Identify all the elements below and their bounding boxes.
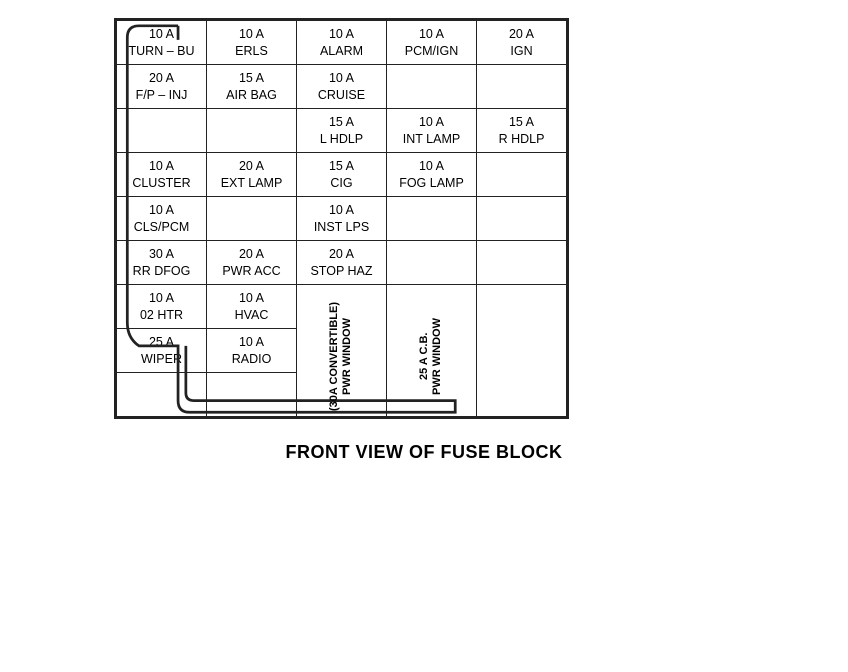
rotated-text-25a-cb: 25 A C.B.PWR WINDOW xyxy=(418,318,444,395)
cell-empty xyxy=(387,65,477,109)
cell-cluster: 10 ACLUSTER xyxy=(117,153,207,197)
rotated-text-convertible: (30A CONVERTIBLE)PWR WINDOW xyxy=(328,302,354,411)
cell-turn-bu: 10 ATURN – BU xyxy=(117,21,207,65)
cell-radio: 10 ARADIO xyxy=(207,329,297,373)
cell-ign: 20 AIGN xyxy=(477,21,567,65)
cell-empty xyxy=(117,109,207,153)
cell-fog-lamp: 10 AFOG LAMP xyxy=(387,153,477,197)
cell-empty xyxy=(477,241,567,285)
cell-empty xyxy=(477,65,567,109)
table-row: 10 ATURN – BU 10 AERLS 10 AALARM 10 APCM… xyxy=(117,21,567,65)
cell-cig: 15 ACIG xyxy=(297,153,387,197)
table-row: 20 AF/P – INJ 15 AAIR BAG 10 ACRUISE xyxy=(117,65,567,109)
cell-empty xyxy=(477,197,567,241)
cell-02-htr: 10 A02 HTR xyxy=(117,285,207,329)
cell-hvac: 10 AHVAC xyxy=(207,285,297,329)
cell-pwr-window-rotated: (30A CONVERTIBLE)PWR WINDOW xyxy=(297,285,387,417)
table-row: 15 AL HDLP 10 AINT LAMP 15 AR HDLP xyxy=(117,109,567,153)
diagram-area: 10 ATURN – BU 10 AERLS 10 AALARM 10 APCM… xyxy=(34,18,814,424)
cell-empty xyxy=(207,197,297,241)
cell-r-hdlp: 15 AR HDLP xyxy=(477,109,567,153)
cell-alarm: 10 AALARM xyxy=(297,21,387,65)
cell-air-bag: 15 AAIR BAG xyxy=(207,65,297,109)
cell-empty-right1 xyxy=(477,285,567,417)
fuse-block-outer: 10 ATURN – BU 10 AERLS 10 AALARM 10 APCM… xyxy=(114,18,569,419)
cell-25a-cb-rotated: 25 A C.B.PWR WINDOW xyxy=(387,285,477,417)
fuse-table: 10 ATURN – BU 10 AERLS 10 AALARM 10 APCM… xyxy=(116,20,567,417)
cell-empty xyxy=(387,197,477,241)
cell-pcm-ign: 10 APCM/IGN xyxy=(387,21,477,65)
cell-erls: 10 AERLS xyxy=(207,21,297,65)
cell-ext-lamp: 20 AEXT LAMP xyxy=(207,153,297,197)
cell-int-lamp: 10 AINT LAMP xyxy=(387,109,477,153)
table-row: 10 ACLUSTER 20 AEXT LAMP 15 ACIG 10 AFOG… xyxy=(117,153,567,197)
table-row: 30 ARR DFOG 20 APWR ACC 20 ASTOP HAZ xyxy=(117,241,567,285)
cell-stop-haz: 20 ASTOP HAZ xyxy=(297,241,387,285)
page-container: 10 ATURN – BU 10 AERLS 10 AALARM 10 APCM… xyxy=(0,0,848,672)
cell-rr-dfog: 30 ARR DFOG xyxy=(117,241,207,285)
cell-pwr-acc: 20 APWR ACC xyxy=(207,241,297,285)
cell-l-hdlp: 15 AL HDLP xyxy=(297,109,387,153)
cell-empty xyxy=(387,241,477,285)
fuse-table-wrapper: 10 ATURN – BU 10 AERLS 10 AALARM 10 APCM… xyxy=(114,18,794,424)
cell-empty-bl xyxy=(117,373,207,417)
cell-empty-bm xyxy=(207,373,297,417)
cell-cls-pcm: 10 ACLS/PCM xyxy=(117,197,207,241)
cell-inst-lps: 10 AINST LPS xyxy=(297,197,387,241)
cell-empty xyxy=(477,153,567,197)
cell-wiper: 25 AWIPER xyxy=(117,329,207,373)
table-row: 10 ACLS/PCM 10 AINST LPS xyxy=(117,197,567,241)
cell-fp-inj: 20 AF/P – INJ xyxy=(117,65,207,109)
cell-empty xyxy=(207,109,297,153)
table-row: 10 A02 HTR 10 AHVAC (30A CONVERTIBLE)PWR… xyxy=(117,285,567,329)
cell-cruise: 10 ACRUISE xyxy=(297,65,387,109)
page-title: FRONT VIEW OF FUSE BLOCK xyxy=(286,442,563,463)
